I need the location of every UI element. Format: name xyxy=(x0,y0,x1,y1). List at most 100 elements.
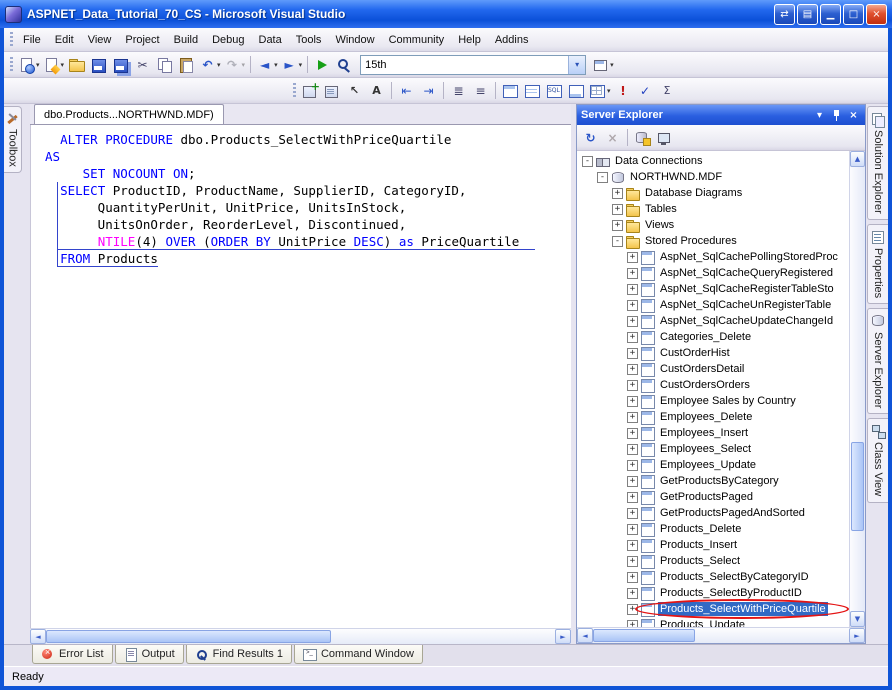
tree-item[interactable]: +Employee Sales by Country xyxy=(577,393,849,409)
tree-item[interactable]: +CustOrdersDetail xyxy=(577,361,849,377)
expand-toggle-icon[interactable]: + xyxy=(627,348,638,359)
close-button[interactable]: × xyxy=(866,4,887,25)
tree-item[interactable]: +Employees_Delete xyxy=(577,409,849,425)
menu-community[interactable]: Community xyxy=(382,31,452,49)
expand-toggle-icon[interactable]: + xyxy=(627,300,638,311)
scroll-track[interactable] xyxy=(850,167,865,611)
code-editor[interactable]: ALTER PROCEDURE dbo.Products_SelectWithP… xyxy=(30,125,571,628)
tree-item[interactable]: +Database Diagrams xyxy=(577,185,849,201)
expand-toggle-icon[interactable]: + xyxy=(627,252,638,263)
tree-item[interactable]: +CustOrderHist xyxy=(577,345,849,361)
tree-item[interactable]: +GetProductsByCategory xyxy=(577,473,849,489)
new-file-button[interactable]: ▾ xyxy=(17,54,41,75)
font-size-button[interactable]: A xyxy=(366,80,387,101)
verify-sql-syntax-button[interactable]: ✓ xyxy=(635,80,656,101)
tree-item[interactable]: -Data Connections xyxy=(577,153,849,169)
tree-horizontal-scrollbar[interactable] xyxy=(577,627,865,643)
scroll-up-icon[interactable] xyxy=(850,151,865,167)
expand-toggle-icon[interactable]: + xyxy=(627,412,638,423)
data-connections-tree[interactable]: -Data Connections-NORTHWND.MDF+Database … xyxy=(577,153,849,627)
execute-sql-button[interactable]: ! xyxy=(613,80,634,101)
tree-item[interactable]: +Products_Update xyxy=(577,617,849,627)
select-pointer-button[interactable]: ↖ xyxy=(344,80,365,101)
tree-item[interactable]: -Stored Procedures xyxy=(577,233,849,249)
expand-toggle-icon[interactable]: + xyxy=(627,332,638,343)
menu-window[interactable]: Window xyxy=(328,31,381,49)
expand-toggle-icon[interactable]: + xyxy=(627,268,638,279)
scroll-right-icon[interactable] xyxy=(849,628,865,643)
minimize-button[interactable]: ▁ xyxy=(820,4,841,25)
tree-item[interactable]: +Categories_Delete xyxy=(577,329,849,345)
add-derived-table-button[interactable] xyxy=(322,80,343,101)
navigate-backward-button[interactable]: ◄▾ xyxy=(255,54,279,75)
menu-tools[interactable]: Tools xyxy=(289,31,329,49)
document-tab[interactable]: dbo.Products...NORTHWND.MDF) xyxy=(34,104,224,124)
connect-to-database-button[interactable] xyxy=(632,127,653,148)
scroll-track[interactable] xyxy=(593,628,849,643)
expand-toggle-icon[interactable]: + xyxy=(627,492,638,503)
show-diagram-pane-button[interactable] xyxy=(500,80,521,101)
expand-toggle-icon[interactable]: + xyxy=(627,380,638,391)
menu-data[interactable]: Data xyxy=(252,31,289,49)
find-in-files-button[interactable] xyxy=(334,54,355,75)
change-type-button[interactable]: ▾ xyxy=(588,80,612,101)
tree-item[interactable]: +Views xyxy=(577,217,849,233)
dock-navigate-button[interactable]: ⇄ xyxy=(774,4,795,25)
expand-toggle-icon[interactable]: + xyxy=(627,428,638,439)
collapse-toggle-icon[interactable]: - xyxy=(612,236,623,247)
tree-item[interactable]: +AspNet_SqlCacheUnRegisterTable xyxy=(577,297,849,313)
refresh-button[interactable]: ↻ xyxy=(580,127,601,148)
tab-properties[interactable]: Properties xyxy=(867,224,888,304)
auto-hide-pin-button[interactable] xyxy=(829,108,844,123)
show-results-pane-button[interactable] xyxy=(566,80,587,101)
copy-button[interactable] xyxy=(154,54,175,75)
expand-toggle-icon[interactable]: + xyxy=(627,364,638,375)
menu-build[interactable]: Build xyxy=(167,31,205,49)
scroll-track[interactable] xyxy=(46,629,555,644)
expand-toggle-icon[interactable]: + xyxy=(627,396,638,407)
expand-toggle-icon[interactable]: + xyxy=(627,476,638,487)
find-combo[interactable]: 15th xyxy=(360,55,586,75)
tab-findresults[interactable]: Find Results 1 xyxy=(186,645,292,664)
tab-server-explorer[interactable]: Server Explorer xyxy=(867,308,888,414)
tree-item[interactable]: +Tables xyxy=(577,201,849,217)
start-debugging-button[interactable] xyxy=(312,54,333,75)
add-group-by-button[interactable]: Σ xyxy=(657,80,678,101)
tree-item[interactable]: +CustOrdersOrders xyxy=(577,377,849,393)
scroll-down-icon[interactable] xyxy=(850,611,865,627)
tree-item[interactable]: +Employees_Select xyxy=(577,441,849,457)
collapse-toggle-icon[interactable]: - xyxy=(582,156,593,167)
tree-item[interactable]: +Products_SelectByCategoryID xyxy=(577,569,849,585)
close-panel-button[interactable]: × xyxy=(846,108,861,123)
expand-toggle-icon[interactable]: + xyxy=(627,572,638,583)
menu-debug[interactable]: Debug xyxy=(205,31,251,49)
scroll-thumb[interactable] xyxy=(46,630,331,643)
maximize-button[interactable]: □ xyxy=(843,4,864,25)
window-position-button[interactable]: ▾ xyxy=(812,108,827,123)
menu-file[interactable]: File xyxy=(16,31,48,49)
expand-toggle-icon[interactable]: + xyxy=(627,604,638,615)
scroll-left-icon[interactable] xyxy=(577,628,593,643)
show-criteria-pane-button[interactable] xyxy=(522,80,543,101)
menu-help[interactable]: Help xyxy=(451,31,488,49)
tree-item[interactable]: +Products_Select xyxy=(577,553,849,569)
paste-button[interactable] xyxy=(176,54,197,75)
stop-refresh-button[interactable]: × xyxy=(602,127,623,148)
tab-toolbox[interactable]: Toolbox xyxy=(4,106,22,173)
cut-button[interactable]: ✂ xyxy=(132,54,153,75)
uncomment-selection-button[interactable]: ≡ xyxy=(470,80,491,101)
navigate-forward-button[interactable]: ►▾ xyxy=(280,54,304,75)
menu-edit[interactable]: Edit xyxy=(48,31,81,49)
expand-toggle-icon[interactable]: + xyxy=(612,220,623,231)
expand-toggle-icon[interactable]: + xyxy=(627,316,638,327)
open-file-button[interactable] xyxy=(66,54,87,75)
tab-class-view[interactable]: Class View xyxy=(867,418,888,502)
scroll-thumb[interactable] xyxy=(593,629,695,642)
expand-toggle-icon[interactable]: + xyxy=(612,204,623,215)
collapse-toggle-icon[interactable]: - xyxy=(597,172,608,183)
tree-item[interactable]: +AspNet_SqlCacheRegisterTableSto xyxy=(577,281,849,297)
undo-button[interactable]: ↶▾ xyxy=(198,54,222,75)
toolbar-options-button[interactable]: ▾ xyxy=(591,54,615,75)
save-all-button[interactable] xyxy=(110,54,131,75)
comment-selection-button[interactable]: ≣ xyxy=(448,80,469,101)
